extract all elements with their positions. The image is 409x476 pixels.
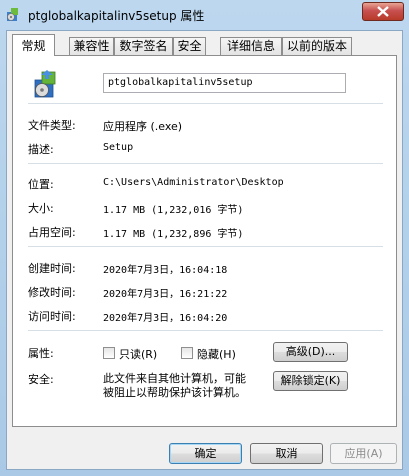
accessed-label: 访问时间:: [28, 310, 76, 323]
tab-compatibility[interactable]: 兼容性: [69, 37, 114, 55]
location-value: C:\Users\Administrator\Desktop: [103, 177, 284, 188]
advanced-button[interactable]: 高级(D)...: [273, 342, 348, 362]
close-button[interactable]: [362, 2, 404, 21]
created-value: 2020年7月3日，16:04:18: [103, 265, 228, 276]
installer-icon: [33, 69, 61, 99]
window-title: ptglobalkapitalinv5setup 属性: [28, 9, 205, 23]
hidden-label[interactable]: 隐藏(H): [197, 346, 236, 362]
properties-window: ptglobalkapitalinv5setup 属性 常规 兼容性 数字签名 …: [0, 0, 409, 476]
file-name-input[interactable]: ptglobalkapitalinv5setup: [103, 73, 346, 93]
modified-label: 修改时间:: [28, 286, 76, 299]
installer-icon: [6, 6, 22, 22]
divider: [28, 246, 383, 247]
divider: [28, 103, 383, 104]
description-label: 描述:: [28, 143, 54, 156]
hidden-checkbox[interactable]: [181, 347, 193, 359]
divider: [28, 330, 383, 331]
size-value: 1.17 MB (1,232,016 字节): [103, 205, 244, 216]
description-value: Setup: [103, 142, 134, 153]
close-icon: [377, 6, 389, 17]
attributes-label: 属性:: [28, 347, 54, 360]
size-on-disk-label: 占用空间:: [28, 226, 76, 239]
size-on-disk-value: 1.17 MB (1,232,896 字节): [103, 229, 244, 240]
tab-strip: 常规 兼容性 数字签名 安全 详细信息 以前的版本: [10, 34, 400, 57]
tab-security[interactable]: 安全: [173, 37, 206, 55]
unblock-button[interactable]: 解除锁定(K): [273, 371, 348, 391]
modified-value: 2020年7月3日，16:21:22: [103, 289, 228, 300]
ok-button[interactable]: 确定: [169, 443, 242, 464]
tab-details[interactable]: 详细信息: [220, 37, 282, 55]
title-bar[interactable]: ptglobalkapitalinv5setup 属性: [0, 0, 409, 30]
accessed-value: 2020年7月3日，16:04:20: [103, 313, 228, 324]
dialog-client: 常规 兼容性 数字签名 安全 详细信息 以前的版本 ptglobalkapita…: [6, 30, 403, 470]
divider: [28, 163, 383, 164]
tab-digital-signatures[interactable]: 数字签名: [114, 37, 173, 55]
tab-general[interactable]: 常规: [12, 34, 55, 56]
file-type-label: 文件类型:: [28, 119, 76, 132]
readonly-label[interactable]: 只读(R): [119, 346, 157, 362]
file-type-value: 应用程序 (.exe): [103, 120, 183, 133]
cancel-button[interactable]: 取消: [250, 443, 323, 464]
location-label: 位置:: [28, 178, 54, 191]
security-message-line2: 被阻止以帮助保护该计算机。: [103, 386, 246, 399]
security-label: 安全:: [28, 373, 54, 386]
created-label: 创建时间:: [28, 262, 76, 275]
readonly-checkbox[interactable]: [103, 347, 115, 359]
size-label: 大小:: [28, 202, 54, 215]
general-panel: ptglobalkapitalinv5setup 文件类型: 应用程序 (.ex…: [12, 55, 397, 427]
apply-button[interactable]: 应用(A): [330, 443, 397, 464]
tab-previous-versions[interactable]: 以前的版本: [282, 37, 352, 55]
